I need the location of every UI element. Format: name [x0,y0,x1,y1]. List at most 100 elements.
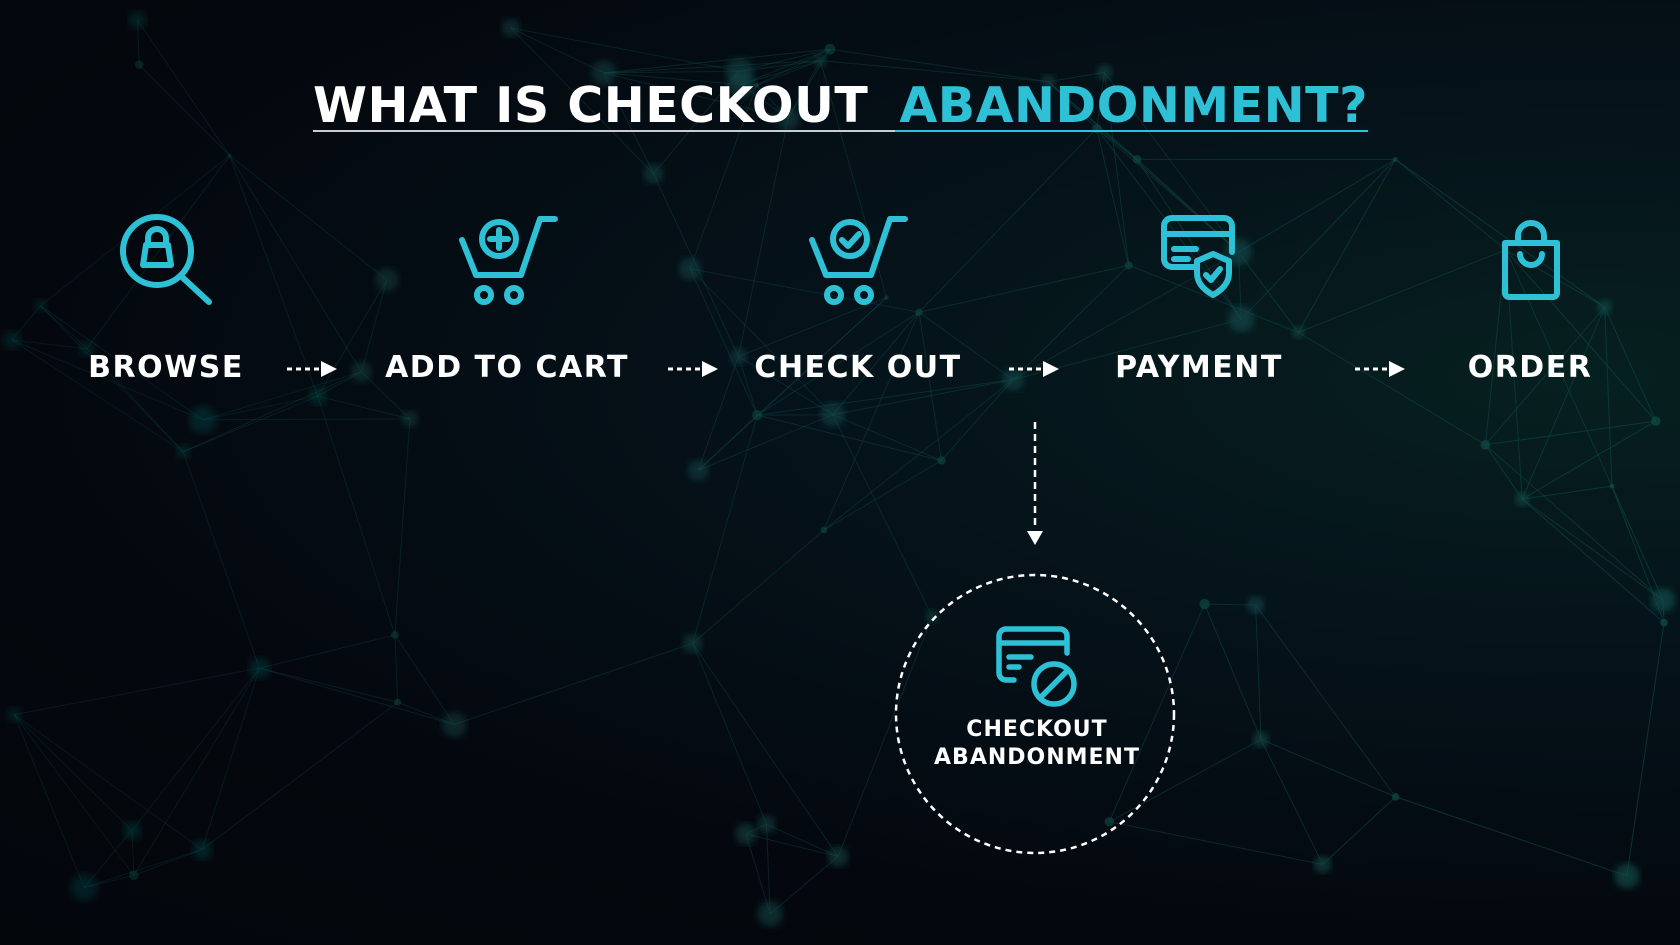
network-line [510,27,740,72]
network-background [2,11,1676,927]
network-line [1260,739,1324,865]
network-line [394,418,411,636]
network-node [1001,368,1025,391]
network-node [1614,863,1640,889]
network-node [752,409,763,421]
network-node [643,163,664,184]
network-line [918,312,942,461]
network-node [34,299,47,313]
network-line [823,460,942,531]
network-line [1395,159,1507,251]
network-node [391,631,399,639]
network-node [1597,299,1612,315]
network-line [394,634,455,725]
network-node [135,60,144,69]
network-line [13,714,133,831]
step-label-payment: PAYMENT [1115,350,1283,385]
network-node [1199,598,1210,610]
network-node [249,657,270,679]
network-line [1521,498,1664,601]
network-line [1521,306,1606,500]
network-line [1604,306,1657,422]
network-line [1395,158,1605,308]
network-node [814,54,827,67]
network-node [1609,483,1615,489]
network-line [40,305,88,350]
network-node [757,901,783,927]
network-line [692,643,767,825]
network-line [1108,603,1205,822]
network-line [766,824,771,914]
network-node [401,410,418,427]
network-line [13,714,135,876]
network-node [1104,817,1115,827]
network-node [1225,238,1253,266]
network-line [317,395,411,420]
step-label-check-out: CHECK OUT [754,350,962,385]
network-node [1651,588,1676,613]
network-node [1314,855,1332,874]
network-line [1395,796,1628,877]
network-node [678,257,702,281]
network-node [827,846,849,867]
network-node [682,633,703,654]
network-line [394,634,399,703]
network-node [128,11,146,29]
network-line [133,849,203,876]
network-node [351,361,372,383]
network-line [1240,159,1396,320]
network-line [1298,331,1486,446]
abandonment-label: CHECKOUT ABANDONMENT [934,716,1140,772]
network-node [884,295,889,300]
network-line [918,128,1098,313]
network-line [13,714,203,850]
network-node [1391,793,1400,801]
network-node [70,873,98,902]
network-line [14,667,260,716]
network-node [1503,247,1508,253]
network-line [201,701,398,850]
network-node [1480,439,1491,450]
step-label-order: ORDER [1467,350,1593,385]
network-line [1297,159,1396,333]
network-node [757,815,776,834]
abandonment-label-line1: CHECKOUT [966,717,1108,742]
network-node [820,526,828,534]
network-node [6,707,22,723]
network-line [737,118,789,357]
network-line [689,268,758,416]
network-line [692,529,825,644]
network-line [769,856,839,915]
network-node [687,459,709,481]
network-node [824,43,836,55]
network-line [697,356,739,471]
network-line [698,414,834,471]
network-node [176,444,191,459]
network-node [1392,156,1398,162]
network-line [1298,249,1506,333]
network-line [1611,485,1664,601]
title-part-white: WHAT IS CHECKOUT [313,77,869,134]
network-line [1255,605,1262,740]
network-node [925,609,939,624]
network-node [441,712,467,737]
network-node [1246,596,1265,614]
network-node [915,308,923,317]
network-line [1505,249,1605,308]
network-line [259,667,398,703]
network-line [1522,485,1613,500]
step-label-add-to-cart: ADD TO CART [385,350,629,385]
network-line [1012,265,1130,380]
network-line [837,616,933,857]
network-line [1626,622,1665,876]
network-line [1255,604,1397,798]
network-line [1136,158,1239,253]
network-line [454,643,693,725]
network-line [1238,158,1396,253]
network-line [317,396,396,636]
network-line [202,418,410,421]
network-line [317,279,388,397]
network-line [603,48,830,74]
network-node [2,330,21,350]
network-line [138,64,230,156]
